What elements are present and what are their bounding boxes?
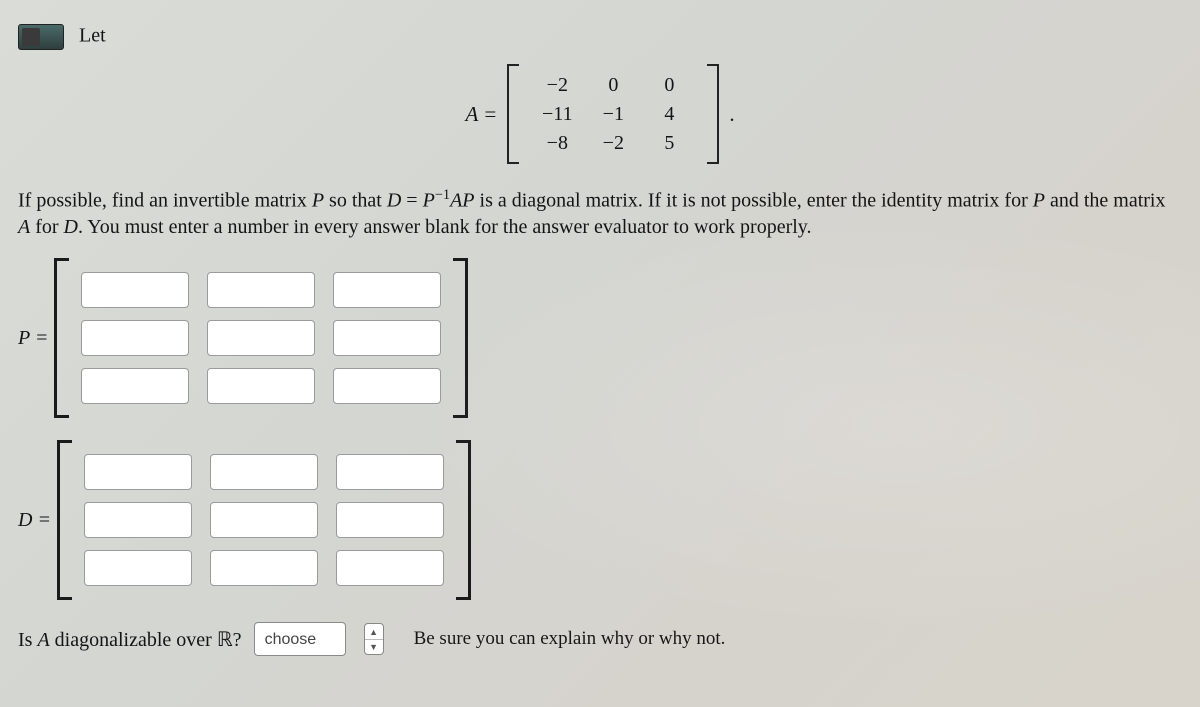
D-inputs-grid: [72, 444, 456, 596]
video-icon: [18, 24, 64, 50]
D-matrix-row: D =: [18, 440, 1182, 600]
right-bracket-icon: [707, 64, 719, 164]
instr-mid3: and the matrix: [1045, 190, 1166, 212]
right-bracket-icon: [453, 258, 468, 418]
q-A: A: [37, 629, 49, 651]
P-input-r2c2[interactable]: [207, 320, 315, 356]
problem-header: Let: [18, 24, 1182, 50]
matrix-A-display: A = −2 0 0 −11 −1 4 −8 −2 5 .: [18, 64, 1182, 164]
instr-eq: =: [401, 190, 422, 212]
D-input-r3c1[interactable]: [84, 550, 192, 586]
A-r1c1: −2: [529, 71, 585, 100]
A-r2c1: −11: [529, 100, 585, 129]
D-input-r1c1[interactable]: [84, 454, 192, 490]
left-bracket-icon: [54, 258, 69, 418]
instr-D: D: [387, 190, 401, 212]
q-qmark: ?: [233, 629, 242, 651]
D-label: D =: [18, 509, 51, 532]
instr-P2: P: [423, 190, 435, 212]
q-R: ℝ: [217, 629, 233, 651]
P-input-r3c3[interactable]: [333, 368, 441, 404]
P-input-r1c3[interactable]: [333, 272, 441, 308]
instr-D2: D: [64, 216, 78, 238]
instr-mid1: so that: [324, 190, 387, 212]
q-pre: Is: [18, 629, 37, 651]
A-r3c2: −2: [585, 129, 641, 158]
left-bracket-icon: [57, 440, 72, 600]
D-input-r3c2[interactable]: [210, 550, 318, 586]
A-r3c1: −8: [529, 129, 585, 158]
explain-note: Be sure you can explain why or why not.: [414, 628, 726, 650]
chevron-down-icon: ▼: [365, 640, 383, 655]
A-r3c3: 5: [641, 129, 697, 158]
instruction-text: If possible, find an invertible matrix P…: [18, 186, 1182, 240]
A-r2c3: 4: [641, 100, 697, 129]
D-input-r2c2[interactable]: [210, 502, 318, 538]
A-r2c2: −1: [585, 100, 641, 129]
instr-P1: P: [312, 190, 324, 212]
instr-sup: −1: [435, 187, 450, 203]
A-equals-label: A =: [465, 102, 497, 127]
A-matrix-table: −2 0 0 −11 −1 4 −8 −2 5: [529, 71, 697, 158]
instr-mid4: for: [30, 216, 63, 238]
P-input-r2c1[interactable]: [81, 320, 189, 356]
P-label: P =: [18, 327, 48, 350]
P-input-r1c1[interactable]: [81, 272, 189, 308]
A-r1c2: 0: [585, 71, 641, 100]
right-bracket-icon: [456, 440, 471, 600]
D-input-r1c2[interactable]: [210, 454, 318, 490]
P-input-r2c3[interactable]: [333, 320, 441, 356]
D-input-r2c1[interactable]: [84, 502, 192, 538]
P-matrix-row: P =: [18, 258, 1182, 418]
instr-P3: P: [1033, 190, 1045, 212]
period: .: [729, 102, 734, 127]
instr-mid2: is a diagonal matrix. If it is not possi…: [475, 190, 1033, 212]
diagonalizable-select[interactable]: choose: [254, 622, 346, 656]
P-input-r3c2[interactable]: [207, 368, 315, 404]
instr-pre: If possible, find an invertible matrix: [18, 190, 312, 212]
q-text: Is A diagonalizable over ℝ?: [18, 627, 242, 652]
instr-A: A: [18, 216, 30, 238]
D-input-r3c3[interactable]: [336, 550, 444, 586]
D-input-r2c3[interactable]: [336, 502, 444, 538]
instr-AP: AP: [450, 190, 474, 212]
P-input-r3c1[interactable]: [81, 368, 189, 404]
diagonalizable-question: Is A diagonalizable over ℝ? choose ▲ ▼ B…: [18, 622, 1182, 656]
select-stepper-icon[interactable]: ▲ ▼: [364, 623, 384, 655]
chevron-up-icon: ▲: [365, 624, 383, 640]
left-bracket-icon: [507, 64, 519, 164]
let-text: Let: [79, 25, 106, 47]
instr-tail: . You must enter a number in every answe…: [78, 216, 812, 238]
P-inputs-grid: [69, 262, 453, 414]
q-mid: diagonalizable over: [50, 629, 217, 651]
A-r1c3: 0: [641, 71, 697, 100]
P-input-r1c2[interactable]: [207, 272, 315, 308]
D-input-r1c3[interactable]: [336, 454, 444, 490]
